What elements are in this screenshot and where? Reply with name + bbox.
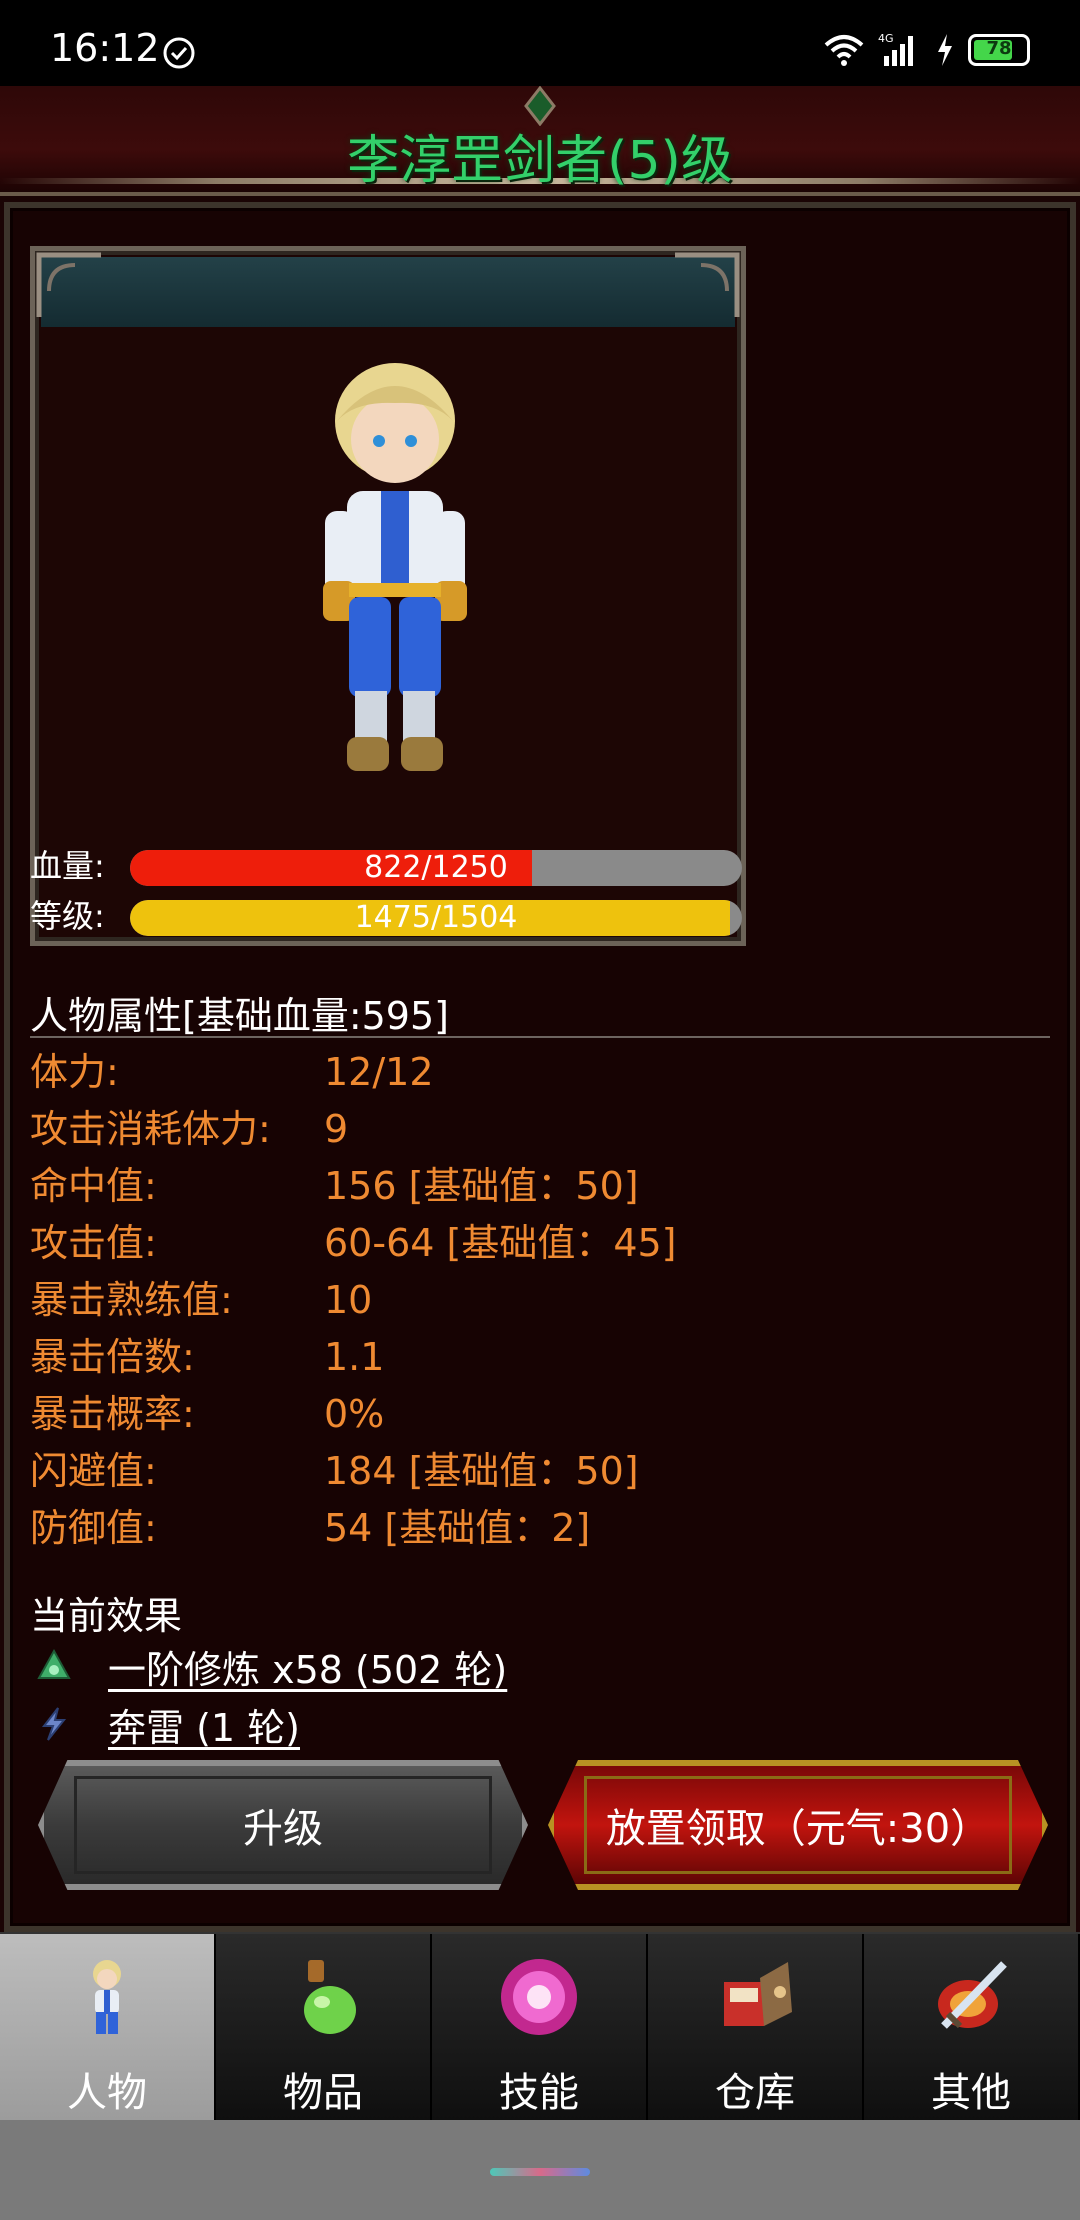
attribute-value: 9 bbox=[324, 1107, 349, 1151]
attribute-label: 暴击倍数: bbox=[30, 1335, 195, 1379]
attribute-row: 体力: 12/12 bbox=[30, 1044, 1050, 1101]
attribute-row: 暴击概率: 0% bbox=[30, 1386, 1050, 1443]
level-bar-row: 等级: 1475/1504 bbox=[30, 896, 742, 936]
network-type: 4G bbox=[878, 32, 894, 45]
battery-icon: 78 bbox=[968, 34, 1030, 66]
status-icons: 4G 78 bbox=[824, 30, 1030, 70]
frame-corner-icon bbox=[36, 252, 101, 317]
attribute-value: 10 bbox=[324, 1278, 373, 1322]
effect-item[interactable]: 奔雷 (1 轮) bbox=[36, 1698, 300, 1750]
wifi-icon bbox=[824, 35, 864, 66]
attribute-label: 防御值: bbox=[30, 1506, 157, 1550]
attribute-row: 命中值: 156 [基础值：50] bbox=[30, 1158, 1050, 1215]
charging-bolt-icon bbox=[938, 34, 952, 66]
attribute-label: 体力: bbox=[30, 1050, 119, 1094]
upgrade-button[interactable]: 升级 bbox=[38, 1760, 528, 1890]
attribute-row: 暴击倍数: 1.1 bbox=[30, 1329, 1050, 1386]
level-bar: 1475/1504 bbox=[130, 900, 742, 936]
portrait-banner bbox=[41, 257, 735, 327]
character-sprite bbox=[323, 363, 467, 771]
tab-label: 物品 bbox=[283, 2070, 363, 2116]
attribute-value: 60-64 [基础值：45] bbox=[324, 1221, 677, 1265]
hp-value: 822/1250 bbox=[364, 850, 508, 885]
status-bar: 16:12 4G 78 bbox=[0, 0, 1080, 86]
tab-warehouse[interactable]: 仓库 bbox=[648, 1934, 864, 2120]
level-label: 等级: bbox=[30, 897, 105, 935]
attribute-value: 184 [基础值：50] bbox=[324, 1449, 639, 1493]
battery-percent: 78 bbox=[986, 38, 1012, 59]
effects-title: 当前效果 bbox=[30, 1594, 183, 1638]
attribute-row: 暴击熟练值: 10 bbox=[30, 1272, 1050, 1329]
idle-claim-button[interactable]: 放置领取（元气:30） bbox=[548, 1760, 1048, 1890]
check-circle-icon bbox=[163, 37, 195, 69]
attributes-header: 人物属性[基础血量:595] bbox=[30, 994, 449, 1038]
idle-claim-button-label: 放置领取（元气:30） bbox=[605, 1806, 991, 1852]
level-value: 1475/1504 bbox=[354, 900, 518, 935]
bottom-nav: 人物 物品 技能 仓库 其他 bbox=[0, 1932, 1080, 2120]
cellular-signal-icon: 4G bbox=[878, 32, 913, 66]
gesture-handle[interactable] bbox=[490, 2168, 590, 2176]
tab-label: 仓库 bbox=[715, 2070, 795, 2116]
divider bbox=[30, 1036, 1050, 1038]
character-portrait bbox=[30, 246, 746, 946]
tab-skills[interactable]: 技能 bbox=[432, 1934, 648, 2120]
tab-label: 其他 bbox=[931, 2070, 1011, 2116]
attribute-label: 攻击消耗体力: bbox=[30, 1107, 271, 1151]
frame-corner-icon bbox=[675, 252, 740, 317]
attribute-label: 闪避值: bbox=[30, 1449, 157, 1493]
attribute-label: 暴击熟练值: bbox=[30, 1278, 233, 1322]
effect-text[interactable]: 奔雷 (1 轮) bbox=[108, 1697, 300, 1752]
tab-label: 技能 bbox=[499, 2070, 579, 2116]
tab-items[interactable]: 物品 bbox=[216, 1934, 432, 2120]
attribute-label: 攻击值: bbox=[30, 1221, 157, 1265]
attribute-value: 0% bbox=[324, 1392, 385, 1436]
attributes-list: 体力: 12/12 攻击消耗体力: 9 命中值: 156 [基础值：50] 攻击值: 6… bbox=[30, 1044, 1050, 1557]
attribute-label: 暴击概率: bbox=[30, 1392, 195, 1436]
attribute-value: 12/12 bbox=[324, 1050, 434, 1094]
warehouse-icon bbox=[724, 1962, 792, 2026]
attribute-value: 54 [基础值：2] bbox=[324, 1506, 591, 1550]
tab-other[interactable]: 其他 bbox=[864, 1934, 1080, 2120]
attribute-value: 1.1 bbox=[324, 1335, 385, 1379]
system-nav-bar bbox=[0, 2120, 1080, 2220]
attribute-row: 防御值: 54 [基础值：2] bbox=[30, 1500, 1050, 1557]
attribute-value: 156 [基础值：50] bbox=[324, 1164, 639, 1208]
character-title: 李淳罡剑者(5)级 bbox=[347, 131, 733, 191]
attribute-label: 命中值: bbox=[30, 1164, 157, 1208]
tab-label: 人物 bbox=[67, 2070, 147, 2116]
attribute-row: 攻击值: 60-64 [基础值：45] bbox=[30, 1215, 1050, 1272]
cultivation-icon bbox=[37, 1648, 71, 1679]
effect-text[interactable]: 一阶修炼 x58 (502 轮) bbox=[108, 1639, 507, 1694]
upgrade-button-label: 升级 bbox=[243, 1806, 323, 1852]
potion-icon bbox=[304, 1960, 356, 2034]
status-time: 16:12 bbox=[50, 26, 160, 70]
thunder-icon bbox=[41, 1707, 67, 1741]
effect-item[interactable]: 一阶修炼 x58 (502 轮) bbox=[36, 1640, 507, 1692]
hp-label: 血量: bbox=[30, 847, 105, 885]
hp-bar: 822/1250 bbox=[130, 850, 742, 886]
tab-character[interactable]: 人物 bbox=[0, 1934, 216, 2120]
character-icon bbox=[93, 1960, 121, 2034]
attribute-row: 攻击消耗体力: 9 bbox=[30, 1101, 1050, 1158]
skill-orb-icon bbox=[501, 1959, 577, 2035]
sword-shield-icon bbox=[938, 1961, 1007, 2029]
title-bar: 李淳罡剑者(5)级 bbox=[0, 86, 1080, 196]
attribute-row: 闪避值: 184 [基础值：50] bbox=[30, 1443, 1050, 1500]
hp-bar-row: 血量: 822/1250 bbox=[30, 846, 742, 886]
